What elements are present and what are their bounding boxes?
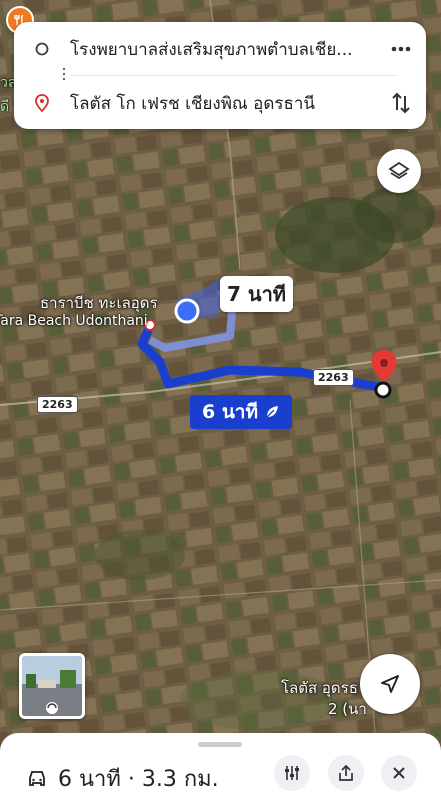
leaf-icon (266, 406, 279, 418)
directions-card: โรงพยาบาลส่งเสริมสุขภาพตำบลเชีย... โลตัส… (14, 22, 426, 129)
close-icon (393, 767, 405, 779)
main-route-time[interactable]: 6 นาที (190, 395, 292, 429)
destination-circle-icon (374, 381, 392, 399)
car-icon (29, 770, 45, 786)
place-label-thai[interactable]: ธาราบีช ทะเลอุดร (40, 291, 158, 315)
map-pin-icon (14, 94, 70, 112)
place-label-english[interactable]: Tara Beach Udonthani (0, 313, 148, 329)
options-icon (285, 766, 299, 780)
place-label[interactable]: 2 (นา (328, 697, 367, 721)
origin-row[interactable]: โรงพยาบาลส่งเสริมสุขภาพตำบลเชีย... (14, 24, 426, 74)
more-icon[interactable] (376, 46, 426, 52)
route-options-button[interactable] (274, 755, 310, 791)
alt-route-time[interactable]: 7 นาที (220, 276, 293, 312)
destination-row[interactable]: โลตัส โก เฟรช เชียงพิณ อุดรธานี (14, 78, 426, 128)
navigate-icon (381, 675, 399, 693)
streetview-thumbnail[interactable] (19, 653, 85, 719)
road-shield: 2263 (313, 369, 354, 386)
close-button[interactable] (381, 755, 417, 791)
bottom-sheet[interactable]: 6 นาที · 3.3 กม. (0, 733, 441, 800)
destination-field[interactable]: โลตัส โก เฟรช เชียงพิณ อุดรธานี (70, 90, 376, 117)
divider (70, 75, 396, 76)
layers-button[interactable] (377, 149, 421, 193)
share-button[interactable] (328, 755, 364, 791)
share-icon (339, 764, 353, 781)
map-edge-label: ดี (0, 99, 10, 115)
drag-handle[interactable] (198, 742, 242, 747)
swap-icon[interactable] (376, 92, 426, 114)
route-summary: 6 นาที · 3.3 กม. (26, 761, 219, 796)
origin-circle-icon (14, 42, 70, 56)
origin-field[interactable]: โรงพยาบาลส่งเสริมสุขภาพตำบลเชีย... (70, 36, 376, 63)
navigate-button[interactable] (360, 654, 420, 714)
road-shield: 2263 (37, 396, 78, 413)
route-summary-text: 6 นาที · 3.3 กม. (58, 767, 219, 792)
current-location-dot (174, 298, 200, 324)
layers-icon (388, 161, 410, 180)
